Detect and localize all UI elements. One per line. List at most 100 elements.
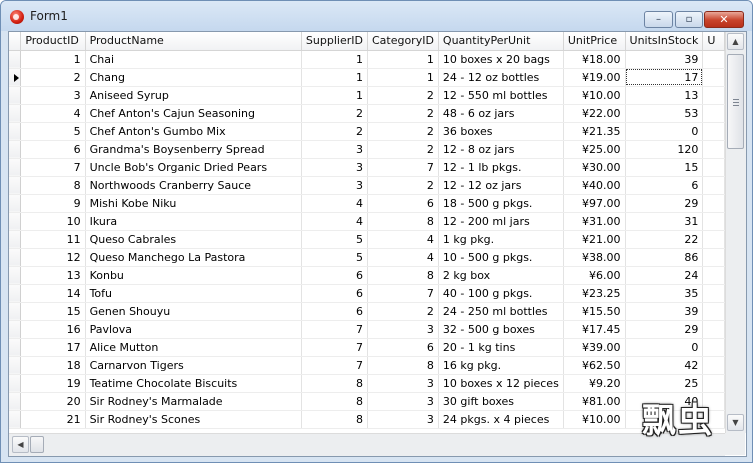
cell-productid[interactable]: 16 xyxy=(20,320,86,339)
cell-unitsinstock[interactable]: 35 xyxy=(625,284,704,303)
cell-supplierid[interactable]: 2 xyxy=(301,104,368,123)
cell-u[interactable] xyxy=(702,212,725,231)
cell-quantityperunit[interactable]: 16 kg pkg. xyxy=(438,356,564,375)
row-header[interactable] xyxy=(9,320,22,339)
cell-productname[interactable]: Tofu xyxy=(85,284,302,303)
cell-productname[interactable]: Konbu xyxy=(85,266,302,285)
cell-productname[interactable]: Grandma's Boysenberry Spread xyxy=(85,140,302,159)
column-header-categoryid[interactable]: CategoryID xyxy=(367,32,439,51)
cell-productid[interactable]: 8 xyxy=(20,176,86,195)
cell-unitsinstock[interactable]: 13 xyxy=(625,86,704,105)
table-row[interactable]: 5 Chef Anton's Gumbo Mix 2 2 36 boxes ¥21.35 0 xyxy=(9,122,725,141)
cell-supplierid[interactable]: 3 xyxy=(301,158,368,177)
cell-productname[interactable]: Northwoods Cranberry Sauce xyxy=(85,176,302,195)
row-header[interactable] xyxy=(9,86,22,105)
cell-productid[interactable]: 15 xyxy=(20,302,86,321)
column-header-supplierid[interactable]: SupplierID xyxy=(301,32,368,51)
cell-productid[interactable]: 1 xyxy=(20,50,86,69)
cell-productname[interactable]: Chef Anton's Cajun Seasoning xyxy=(85,104,302,123)
cell-productid[interactable]: 18 xyxy=(20,356,86,375)
cell-u[interactable] xyxy=(702,176,725,195)
cell-unitsinstock[interactable]: 42 xyxy=(625,356,704,375)
table-row[interactable]: 21 Sir Rodney's Scones 8 3 24 pkgs. x 4 piec… xyxy=(9,410,725,429)
column-header-unitprice[interactable]: UnitPrice xyxy=(563,32,626,51)
cell-quantityperunit[interactable]: 10 boxes x 20 bags xyxy=(438,50,564,69)
cell-supplierid[interactable]: 8 xyxy=(301,374,368,393)
cell-quantityperunit[interactable]: 12 - 200 ml jars xyxy=(438,212,564,231)
minimize-button[interactable]: – xyxy=(644,11,673,28)
cell-productid[interactable]: 17 xyxy=(20,338,86,357)
column-header-quantityperunit[interactable]: QuantityPerUnit xyxy=(438,32,564,51)
cell-categoryid[interactable]: 2 xyxy=(367,302,439,321)
vertical-scroll-thumb[interactable] xyxy=(727,54,744,149)
cell-unitsinstock[interactable]: 15 xyxy=(625,158,704,177)
row-header[interactable] xyxy=(9,284,22,303)
cell-productid[interactable]: 4 xyxy=(20,104,86,123)
cell-quantityperunit[interactable]: 32 - 500 g boxes xyxy=(438,320,564,339)
cell-productname[interactable]: Chai xyxy=(85,50,302,69)
row-header[interactable] xyxy=(9,356,22,375)
scroll-up-arrow-icon[interactable]: ▲ xyxy=(727,33,744,50)
cell-productid[interactable]: 14 xyxy=(20,284,86,303)
cell-supplierid[interactable]: 6 xyxy=(301,284,368,303)
scroll-left-arrow-icon[interactable]: ◀ xyxy=(12,436,29,453)
cell-unitsinstock[interactable]: 53 xyxy=(625,104,704,123)
column-header-productid[interactable]: ProductID xyxy=(20,32,86,51)
cell-productid[interactable]: 19 xyxy=(20,374,86,393)
cell-supplierid[interactable]: 7 xyxy=(301,338,368,357)
cell-unitprice[interactable]: ¥22.00 xyxy=(563,104,626,123)
cell-categoryid[interactable]: 7 xyxy=(367,158,439,177)
horizontal-scroll-thumb[interactable] xyxy=(30,436,44,453)
table-row[interactable]: 2 Chang 1 1 24 - 12 oz bottles ¥19.00 17 xyxy=(9,68,725,87)
row-header[interactable] xyxy=(9,392,22,411)
table-row[interactable]: 19 Teatime Chocolate Biscuits 8 3 10 boxes x… xyxy=(9,374,725,393)
cell-unitsinstock[interactable]: 17 xyxy=(625,68,704,87)
cell-categoryid[interactable]: 3 xyxy=(367,374,439,393)
cell-u[interactable] xyxy=(702,320,725,339)
cell-productname[interactable]: Pavlova xyxy=(85,320,302,339)
vertical-scrollbar[interactable]: ▲ ▼ xyxy=(725,32,746,433)
cell-productname[interactable]: Aniseed Syrup xyxy=(85,86,302,105)
cell-unitsinstock[interactable]: 0 xyxy=(625,122,704,141)
row-header[interactable] xyxy=(9,68,22,87)
cell-productid[interactable]: 12 xyxy=(20,248,86,267)
cell-unitprice[interactable]: ¥81.00 xyxy=(563,392,626,411)
cell-quantityperunit[interactable]: 12 - 8 oz jars xyxy=(438,140,564,159)
horizontal-scrollbar[interactable]: ◀ xyxy=(9,433,725,456)
cell-u[interactable] xyxy=(702,50,725,69)
cell-productname[interactable]: Uncle Bob's Organic Dried Pears xyxy=(85,158,302,177)
table-row[interactable]: 20 Sir Rodney's Marmalade 8 3 30 gift boxes ¥… xyxy=(9,392,725,411)
cell-categoryid[interactable]: 3 xyxy=(367,410,439,429)
cell-u[interactable] xyxy=(702,104,725,123)
cell-quantityperunit[interactable]: 24 - 250 ml bottles xyxy=(438,302,564,321)
cell-categoryid[interactable]: 8 xyxy=(367,356,439,375)
cell-categoryid[interactable]: 8 xyxy=(367,212,439,231)
row-header[interactable] xyxy=(9,302,22,321)
table-row[interactable]: 11 Queso Cabrales 5 4 1 kg pkg. ¥21.00 22 xyxy=(9,230,725,249)
cell-productid[interactable]: 21 xyxy=(20,410,86,429)
cell-categoryid[interactable]: 4 xyxy=(367,230,439,249)
cell-productname[interactable]: Genen Shouyu xyxy=(85,302,302,321)
row-header[interactable] xyxy=(9,140,22,159)
table-row[interactable]: 12 Queso Manchego La Pastora 5 4 10 - 500 g … xyxy=(9,248,725,267)
cell-unitprice[interactable]: ¥31.00 xyxy=(563,212,626,231)
cell-quantityperunit[interactable]: 2 kg box xyxy=(438,266,564,285)
cell-unitsinstock[interactable]: 29 xyxy=(625,194,704,213)
cell-categoryid[interactable]: 2 xyxy=(367,104,439,123)
cell-unitprice[interactable]: ¥15.50 xyxy=(563,302,626,321)
cell-unitprice[interactable]: ¥39.00 xyxy=(563,338,626,357)
row-header[interactable] xyxy=(9,410,22,429)
cell-productid[interactable]: 6 xyxy=(20,140,86,159)
cell-productid[interactable]: 3 xyxy=(20,86,86,105)
table-row[interactable]: 18 Carnarvon Tigers 7 8 16 kg pkg. ¥62.50 42 xyxy=(9,356,725,375)
cell-quantityperunit[interactable]: 30 gift boxes xyxy=(438,392,564,411)
cell-categoryid[interactable]: 1 xyxy=(367,68,439,87)
cell-supplierid[interactable]: 7 xyxy=(301,320,368,339)
cell-quantityperunit[interactable]: 24 pkgs. x 4 pieces xyxy=(438,410,564,429)
cell-unitprice[interactable]: ¥38.00 xyxy=(563,248,626,267)
cell-categoryid[interactable]: 6 xyxy=(367,338,439,357)
table-row[interactable]: 10 Ikura 4 8 12 - 200 ml jars ¥31.00 31 xyxy=(9,212,725,231)
cell-categoryid[interactable]: 1 xyxy=(367,50,439,69)
row-header[interactable] xyxy=(9,374,22,393)
cell-productname[interactable]: Carnarvon Tigers xyxy=(85,356,302,375)
